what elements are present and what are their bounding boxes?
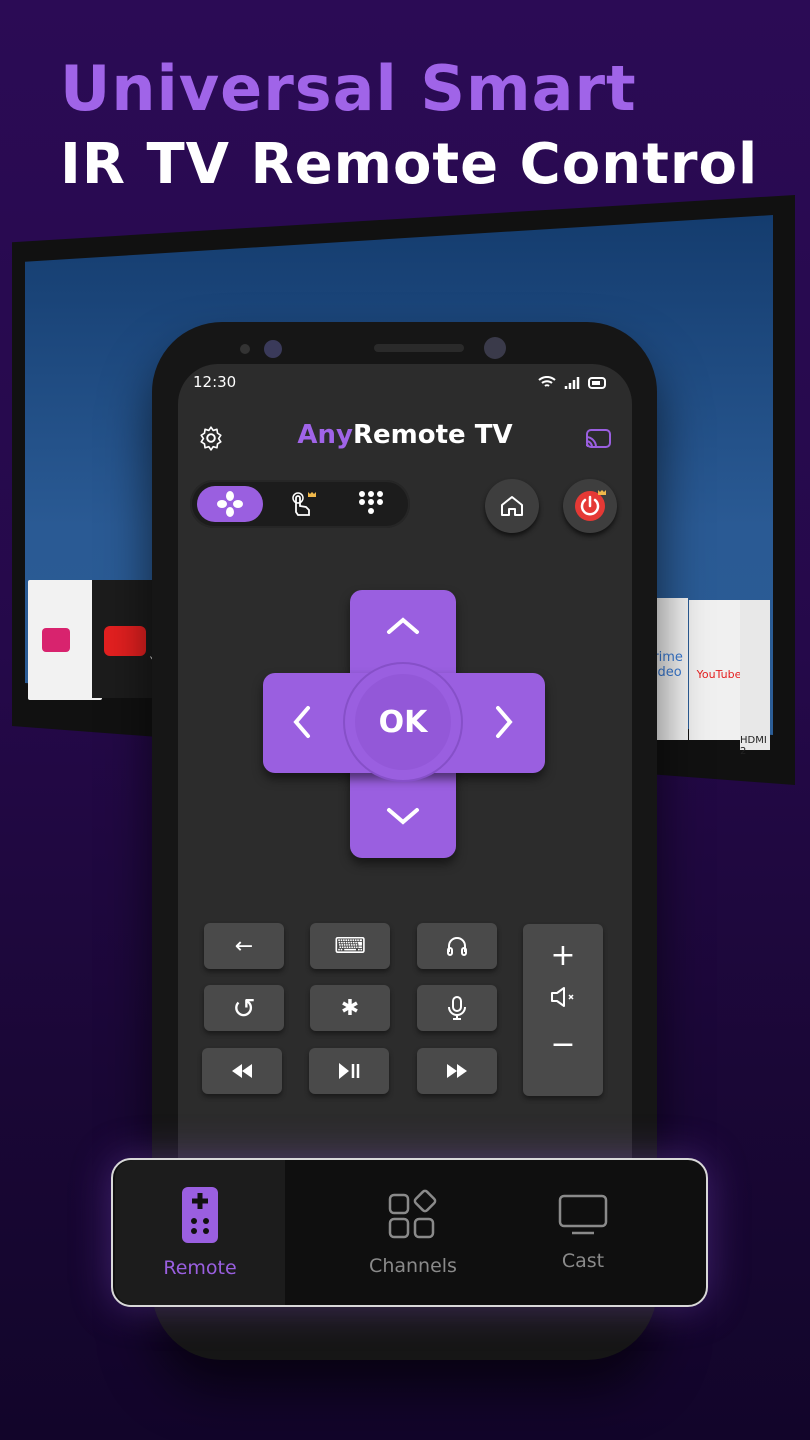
nav-remote-label: Remote xyxy=(163,1256,237,1279)
signal-icon xyxy=(564,377,580,389)
home-button[interactable] xyxy=(485,479,539,533)
nav-channels[interactable]: Channels xyxy=(313,1160,513,1305)
dpad-down-button[interactable] xyxy=(385,800,421,830)
power-button[interactable] xyxy=(563,479,617,533)
dpad-left-button[interactable] xyxy=(286,704,316,740)
mute-button[interactable] xyxy=(523,985,603,1009)
dpad-icon xyxy=(217,491,243,517)
nav-cast-label: Cast xyxy=(561,1249,605,1272)
play-pause-icon xyxy=(339,1063,360,1079)
numpad-icon xyxy=(359,491,383,514)
app-title: AnyRemote TV xyxy=(297,420,513,450)
fast-forward-button[interactable] xyxy=(417,1048,497,1094)
camera-dot xyxy=(240,344,250,354)
mode-tab-dpad[interactable] xyxy=(197,486,263,522)
nav-channels-label: Channels xyxy=(369,1254,457,1277)
replay-icon: ↺ xyxy=(232,991,256,1025)
headline-line2: IR TV Remote Control xyxy=(60,132,759,197)
dpad-right-button[interactable] xyxy=(490,704,520,740)
tv-tile xyxy=(28,580,102,700)
status-icons xyxy=(538,376,608,389)
asterisk-icon: ✱ xyxy=(340,995,360,1021)
home-icon xyxy=(501,496,523,516)
remote-icon xyxy=(182,1186,218,1243)
status-time: 12:30 xyxy=(193,373,237,391)
headphones-button[interactable] xyxy=(417,923,497,969)
mute-icon xyxy=(551,987,574,1007)
bottom-nav: Remote Channels Cast xyxy=(111,1158,708,1307)
chevron-up-icon xyxy=(387,617,419,634)
channels-icon xyxy=(388,1189,437,1238)
keyboard-button[interactable]: ⌨ xyxy=(310,923,390,969)
nav-remote[interactable]: Remote xyxy=(115,1160,285,1305)
play-pause-button[interactable] xyxy=(309,1048,389,1094)
wifi-icon xyxy=(538,376,556,387)
asterisk-button[interactable]: ✱ xyxy=(310,985,390,1031)
cast-button[interactable] xyxy=(584,428,612,450)
chevron-right-icon xyxy=(496,706,513,738)
front-camera-icon xyxy=(484,337,506,359)
chevron-down-icon xyxy=(387,808,419,825)
speaker-grille xyxy=(374,344,464,352)
rewind-icon xyxy=(232,1064,252,1078)
camera-icon xyxy=(264,340,282,358)
volume-rocker: + − xyxy=(523,924,603,1096)
back-button[interactable]: ← xyxy=(204,923,284,969)
mode-tab-touch[interactable] xyxy=(288,490,318,520)
power-icon xyxy=(575,490,606,521)
rewind-button[interactable] xyxy=(202,1048,282,1094)
chevron-left-icon xyxy=(293,706,310,738)
mic-button[interactable] xyxy=(417,985,497,1031)
mode-tab-numpad[interactable] xyxy=(358,490,384,518)
mic-icon xyxy=(448,996,466,1020)
battery-icon xyxy=(588,376,606,389)
headphones-icon xyxy=(447,937,467,956)
ok-button[interactable]: OK xyxy=(355,674,451,770)
tv-tile-hdmi: HDMI 2 xyxy=(740,600,770,757)
fast-forward-icon xyxy=(447,1064,467,1078)
headline-line1: Universal Smart xyxy=(60,52,637,125)
back-icon: ← xyxy=(234,933,254,959)
keyboard-icon: ⌨ xyxy=(334,933,366,959)
volume-down-button[interactable]: − xyxy=(523,1027,603,1062)
dpad-up-button[interactable] xyxy=(385,610,421,640)
nav-cast[interactable]: Cast xyxy=(513,1160,653,1305)
volume-up-button[interactable]: + xyxy=(523,938,603,973)
tv-icon xyxy=(558,1194,608,1234)
replay-button[interactable]: ↺ xyxy=(204,985,284,1031)
cast-icon xyxy=(585,429,611,448)
touch-icon xyxy=(292,492,316,516)
